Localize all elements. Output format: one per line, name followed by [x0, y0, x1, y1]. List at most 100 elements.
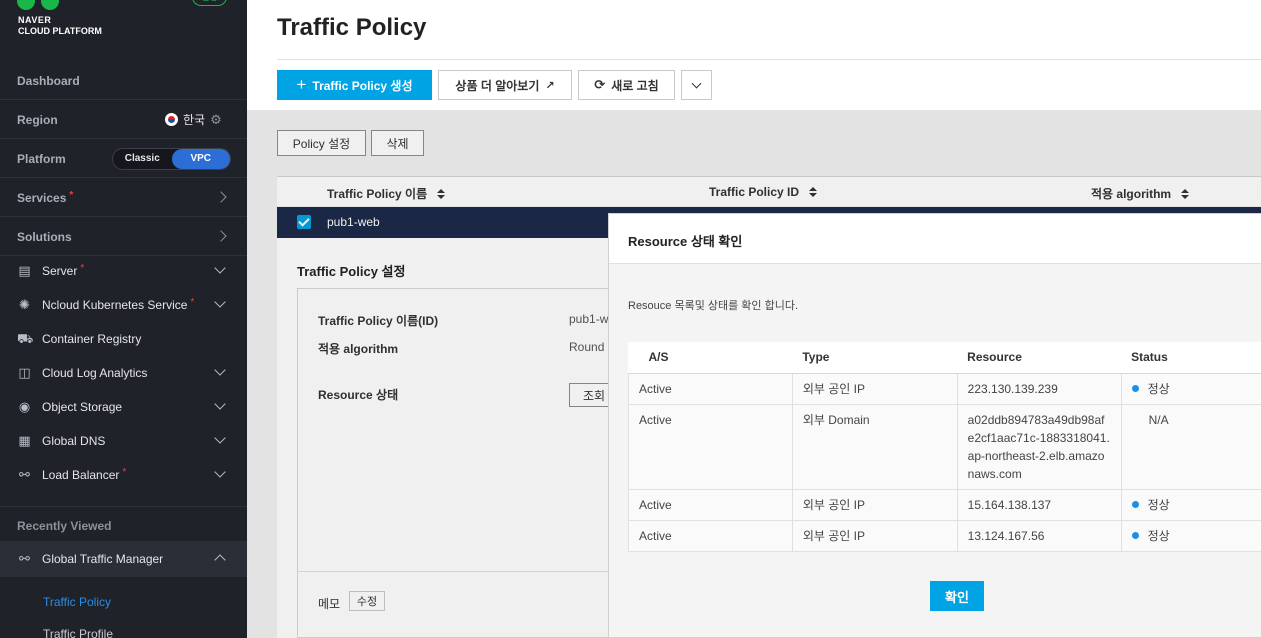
sidebar-item-label: Container Registry — [42, 332, 142, 346]
sidebar-item-label: Server — [42, 264, 78, 278]
status-text: N/A — [1148, 412, 1169, 427]
policy-settings-button[interactable]: Policy 설정 — [277, 130, 366, 156]
sidebar-item-label: Global DNS — [42, 434, 106, 448]
table-row: Active 외부 공인 IP 15.164.138.137 정상 — [628, 488, 1261, 521]
cell-as: Active — [628, 519, 793, 552]
algorithm-value: Round I — [569, 340, 612, 354]
cell-status: N/A — [1120, 403, 1261, 490]
sidebar-item-load-balancer[interactable]: ⚯ Load Balancer * — [0, 458, 247, 492]
sidebar-item-kubernetes[interactable]: ✺ Ncloud Kubernetes Service * — [0, 288, 247, 322]
korea-flag-icon — [165, 113, 178, 126]
sidebar-item-label: Cloud Log Analytics — [42, 366, 148, 380]
resource-status-modal: Resource 상태 확인 Resouce 목록및 상태를 확인 합니다. A… — [608, 213, 1261, 638]
sidebar-item-global-dns[interactable]: ▦ Global DNS — [0, 424, 247, 458]
chevron-down-icon — [691, 78, 702, 88]
nav-dashboard-label: Dashboard — [17, 74, 80, 88]
cell-type: 외부 공인 IP — [791, 519, 958, 552]
column-header-type: Type — [792, 342, 958, 374]
sidebar-item-server[interactable]: ▤ Server * — [0, 254, 247, 288]
sidebar-subitem-traffic-profile[interactable]: Traffic Profile — [43, 627, 113, 638]
sidebar-item-global-traffic-manager[interactable]: ⚯ Global Traffic Manager — [0, 541, 247, 577]
chevron-right-icon — [215, 230, 227, 242]
brand-line1: NAVER — [18, 15, 52, 25]
status-text: 정상 — [1147, 528, 1170, 543]
sidebar-item-label: Load Balancer — [42, 468, 120, 482]
cell-as: Active — [628, 488, 793, 521]
nav-services[interactable]: Services * — [0, 178, 247, 217]
modal-description: Resouce 목록및 상태를 확인 합니다. — [628, 300, 799, 312]
apply-badge[interactable]: 신청 — [192, 0, 227, 6]
table-row: Active 외부 Domain a02ddb894783a49db98af e… — [628, 403, 1261, 490]
recently-viewed-label: Recently Viewed — [17, 519, 112, 533]
chevron-right-icon — [215, 191, 227, 203]
column-header-name[interactable]: Traffic Policy 이름 — [327, 185, 446, 202]
chevron-down-icon — [214, 296, 226, 308]
cell-status: 정상 — [1120, 488, 1261, 521]
modal-header: Resource 상태 확인 — [609, 214, 1261, 264]
refresh-icon: ⟳ — [594, 77, 606, 92]
column-header-status: Status — [1121, 342, 1261, 374]
nav-dashboard[interactable]: Dashboard — [0, 61, 247, 100]
naver-logo-mark-icon — [17, 0, 61, 10]
nav-platform: Platform Classic VPC — [0, 139, 247, 178]
sidebar: NAVER CLOUD PLATFORM 신청 Dashboard Region… — [0, 0, 247, 638]
cell-as: Active — [628, 403, 793, 490]
storage-icon: ◉ — [18, 399, 31, 414]
sidebar-item-container-registry[interactable]: ⛟ Container Registry — [0, 322, 247, 356]
gear-icon[interactable]: ⚙ — [210, 112, 222, 128]
brand-line2: CLOUD PLATFORM — [18, 26, 102, 36]
status-dot-icon — [1131, 384, 1139, 392]
chevron-up-icon — [214, 554, 226, 566]
cell-as: Active — [628, 372, 793, 405]
page-title: Traffic Policy — [277, 14, 427, 41]
recently-viewed-header: Recently Viewed — [0, 506, 247, 545]
column-header-label: 적용 algorithm — [1091, 187, 1172, 201]
sidebar-item-label: Object Storage — [42, 400, 123, 414]
confirm-button[interactable]: 확인 — [930, 581, 984, 611]
policy-table-header: Traffic Policy 이름 Traffic Policy ID 적용 a… — [277, 176, 1261, 206]
cell-resource: a02ddb894783a49db98af e2cf1aac71c-188331… — [956, 403, 1122, 490]
chevron-down-icon — [214, 398, 226, 410]
server-icon: ▤ — [18, 263, 31, 278]
status-dot-icon — [1131, 500, 1139, 508]
region-selector[interactable]: 한국 ⚙ — [165, 111, 222, 128]
cell-resource: 223.130.139.239 — [956, 372, 1122, 405]
region-label: Region — [17, 113, 58, 127]
chevron-down-icon — [214, 432, 226, 444]
sidebar-item-object-storage[interactable]: ◉ Object Storage — [0, 390, 247, 424]
memo-edit-button[interactable]: 수정 — [349, 591, 385, 611]
column-header-id[interactable]: Traffic Policy ID — [709, 185, 818, 199]
more-dropdown-button[interactable] — [681, 70, 712, 100]
load-balancer-icon: ⚯ — [19, 467, 30, 482]
column-header-algorithm[interactable]: 적용 algorithm — [1091, 185, 1190, 202]
container-registry-icon: ⛟ — [17, 331, 34, 346]
sort-icon — [809, 187, 818, 197]
page-header: Traffic Policy + Traffic Policy 생성 상품 더 … — [247, 0, 1261, 110]
create-traffic-policy-button[interactable]: + Traffic Policy 생성 — [277, 70, 432, 100]
sidebar-subitem-traffic-policy[interactable]: Traffic Policy — [43, 595, 111, 609]
nav-services-label: Services * — [17, 190, 74, 205]
platform-vpc-option[interactable]: VPC — [171, 149, 230, 169]
row-checkbox[interactable] — [297, 215, 311, 229]
cell-type: 외부 Domain — [791, 403, 958, 490]
nav-solutions[interactable]: Solutions — [0, 217, 247, 256]
column-header-resource: Resource — [957, 342, 1122, 374]
chevron-down-icon — [214, 262, 226, 274]
delete-button[interactable]: 삭제 — [371, 130, 424, 156]
column-header-label: Traffic Policy 이름 — [327, 187, 428, 201]
platform-toggle[interactable]: Classic VPC — [112, 148, 231, 170]
kubernetes-icon: ✺ — [19, 297, 30, 312]
sidebar-item-label: Global Traffic Manager — [42, 552, 164, 566]
algorithm-label: 적용 algorithm — [318, 342, 399, 356]
column-header-as: A/S — [628, 342, 793, 374]
cell-type: 외부 공인 IP — [791, 372, 958, 405]
cell-type: 외부 공인 IP — [791, 488, 958, 521]
platform-label: Platform — [17, 152, 66, 166]
modal-title: Resource 상태 확인 — [628, 234, 743, 249]
sidebar-item-cloud-log-analytics[interactable]: ◫ Cloud Log Analytics — [0, 356, 247, 390]
cell-status: 정상 — [1120, 519, 1261, 552]
learn-more-button[interactable]: 상품 더 알아보기 ↗ — [438, 70, 572, 100]
refresh-button[interactable]: ⟳ 새로 고침 — [578, 70, 675, 100]
platform-classic-option[interactable]: Classic — [113, 149, 172, 169]
memo-label: 메모 — [318, 597, 341, 611]
